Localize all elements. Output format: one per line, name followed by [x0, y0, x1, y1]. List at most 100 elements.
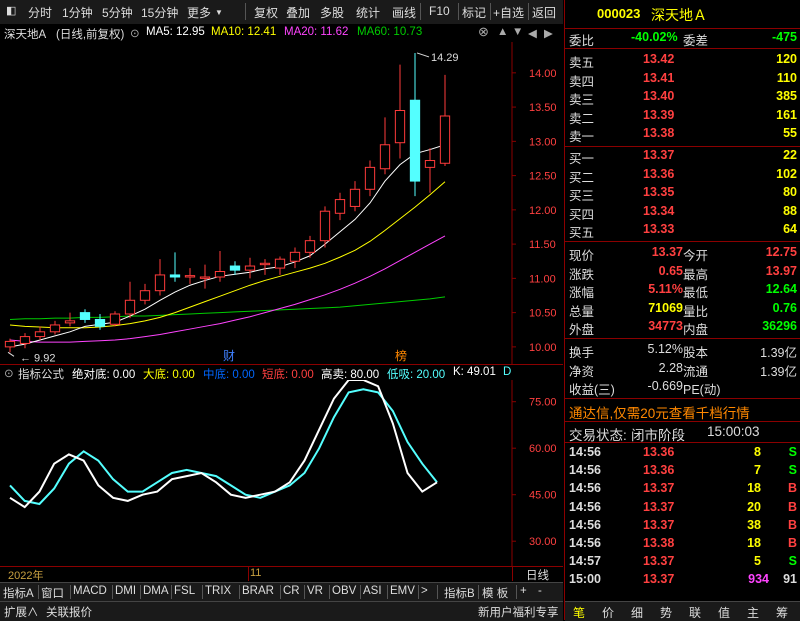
indicator-tab-11[interactable]: ASI [363, 585, 382, 597]
more-chevron-icon[interactable]: ▼ [215, 8, 223, 17]
candle-body [349, 188, 361, 207]
toolbar-item-11[interactable]: 标记 [462, 4, 486, 21]
candle[interactable] [169, 252, 181, 282]
toolbar-item-3[interactable]: 15分钟 [141, 4, 178, 21]
indicator-tab-0[interactable]: 指标A [3, 585, 34, 601]
candle[interactable] [349, 181, 361, 212]
close-icon[interactable]: ⊗ [478, 24, 489, 40]
candle[interactable] [259, 259, 271, 275]
kline-chart[interactable]: 14.00 13.50 13.00 12.50 12.00 11.50 11.00 10.50… [0, 42, 563, 364]
toolbar-item-8[interactable]: 统计 [356, 4, 380, 21]
quote-tab-3[interactable]: 势 [660, 604, 672, 621]
toolbar-item-4[interactable]: 更多 [187, 4, 211, 21]
toolbar-item-9[interactable]: 画线 [392, 4, 416, 21]
toolbar-item-12[interactable]: +自选 [493, 4, 524, 21]
indicator-tab-right-2[interactable]: + [520, 585, 527, 597]
indicator-tab-7[interactable]: BRAR [242, 585, 274, 597]
low-pointer [7, 351, 15, 357]
toolbar-item-13[interactable]: 返回 [532, 4, 556, 21]
quote-tab-6[interactable]: 主 [747, 604, 759, 621]
tick-time: 14:56 [569, 536, 601, 550]
candle[interactable] [64, 312, 76, 327]
toolbar-item-5[interactable]: 复权 [254, 4, 278, 21]
candle[interactable] [304, 235, 316, 258]
indicator-chart[interactable]: 75.0060.0045.0030.0015.00 [0, 380, 563, 566]
candle[interactable] [109, 311, 121, 327]
candle[interactable] [289, 247, 301, 269]
indicator-settings-icon[interactable]: ⊙ [4, 366, 14, 380]
quote-tab-7[interactable]: 筹 [776, 604, 788, 621]
indicator-tab-right-3[interactable]: - [538, 585, 542, 597]
tick-side: B [787, 499, 797, 514]
quote-tab-0[interactable]: 笔 [573, 604, 585, 621]
quote-tab-2[interactable]: 细 [631, 604, 643, 621]
buy-level-row: 买五 13.33 64 [565, 222, 800, 240]
candle[interactable] [19, 333, 31, 349]
related-quote-button[interactable]: 关联报价 [46, 604, 92, 620]
toolbar-item-2[interactable]: 5分钟 [102, 4, 133, 21]
indicator-tab-1[interactable]: 窗口 [41, 585, 64, 601]
candle[interactable] [79, 309, 91, 323]
toolbar-item-7[interactable]: 多股 [320, 4, 344, 21]
panel-divider [565, 241, 800, 242]
candle[interactable] [229, 261, 241, 275]
toolbar-item-1[interactable]: 1分钟 [62, 4, 93, 21]
candle[interactable] [199, 264, 211, 289]
candle[interactable] [334, 192, 346, 221]
candle[interactable] [394, 64, 406, 159]
rank-marker[interactable]: 榜 [395, 348, 407, 363]
candle[interactable] [49, 320, 61, 335]
arrow-right-icon[interactable]: ▶ [544, 26, 553, 40]
candle[interactable] [244, 257, 256, 279]
buy-level-price: 13.36 [643, 166, 675, 181]
indicator-tab-13[interactable]: > [421, 585, 428, 597]
arrow-left-icon[interactable]: ◀ [528, 26, 537, 40]
indicator-tab-10[interactable]: OBV [332, 585, 356, 597]
candle[interactable] [379, 117, 391, 175]
candle[interactable] [409, 52, 421, 197]
toolbar-item-6[interactable]: 叠加 [286, 4, 310, 21]
finance-marker[interactable]: 财 [223, 349, 235, 363]
candle[interactable] [124, 281, 136, 319]
candle[interactable] [34, 326, 46, 341]
period-label[interactable]: 日线 [526, 567, 549, 583]
candle[interactable] [364, 160, 376, 197]
candle[interactable] [184, 268, 196, 284]
buy-level-price: 13.37 [643, 148, 675, 162]
toolbar-item-10[interactable]: F10 [429, 4, 450, 18]
quote-tab-1[interactable]: 价 [602, 604, 614, 621]
sell-level-row: 卖五 13.42 120 [565, 52, 800, 70]
ma-settings-icon[interactable]: ⊙ [130, 26, 140, 40]
promo-link[interactable]: 通达信,仅需20元查看千档行情 [569, 402, 750, 422]
indicator-tab-9[interactable]: VR [307, 585, 323, 597]
quote-body: 委比 -40.02% 委差 -475 卖五 13.42 120 卖四 13.41 110 卖三 13.… [565, 0, 800, 620]
toolbar-item-0[interactable]: 分时 [28, 4, 52, 21]
indicator-tab-12[interactable]: EMV [390, 585, 415, 597]
indicator-tab-4[interactable]: DMA [143, 585, 169, 597]
new-user-promo[interactable]: 新用户福利专享 [478, 604, 559, 620]
candle[interactable] [154, 259, 166, 296]
expand-button[interactable]: 扩展∧ [4, 604, 39, 620]
arrow-up-icon[interactable]: ▲ [497, 26, 508, 38]
chart-mode-label[interactable]: (日线,前复权) [56, 26, 124, 42]
candle[interactable] [424, 148, 436, 193]
stat2-value: 1.39亿 [760, 346, 797, 360]
quote-tab-4[interactable]: 联 [689, 604, 701, 621]
candle[interactable] [214, 250, 226, 282]
indicator-tab-right-1[interactable]: 模 板 [482, 585, 508, 601]
indicator-tab-right-0[interactable]: 指标B [444, 585, 475, 601]
candle[interactable] [274, 256, 286, 275]
tick-price: 13.36 [643, 445, 675, 459]
indicator-tab-8[interactable]: CR [283, 585, 300, 597]
arrow-down-icon[interactable]: ▼ [512, 26, 523, 38]
candle[interactable] [139, 283, 151, 305]
stat-label: 外盘 [569, 323, 595, 338]
indicator-tab-2[interactable]: MACD [73, 585, 107, 597]
candle[interactable] [439, 74, 451, 167]
stat-row: 现价 13.37 今开 12.75 [565, 245, 800, 263]
indicator-tab-5[interactable]: FSL [174, 585, 195, 597]
indicator-tab-3[interactable]: DMI [115, 585, 136, 597]
toolbar-menu-icon[interactable]: ◧ [6, 4, 16, 17]
indicator-tab-6[interactable]: TRIX [205, 585, 231, 597]
quote-tab-5[interactable]: 值 [718, 604, 730, 621]
